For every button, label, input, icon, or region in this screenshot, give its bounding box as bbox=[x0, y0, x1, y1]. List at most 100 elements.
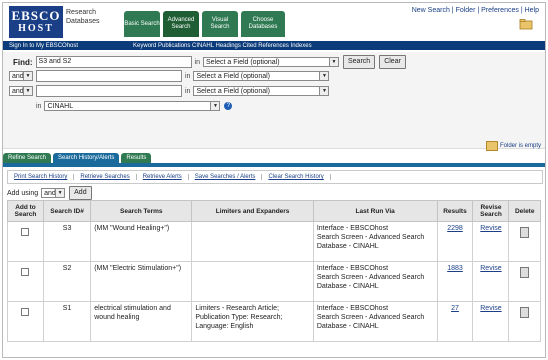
add-using-select[interactable]: and ▼ bbox=[41, 188, 66, 198]
search-terms: (MM "Electric Stimulation+") bbox=[90, 261, 193, 302]
preferences-link[interactable]: Preferences bbox=[481, 7, 519, 14]
sub-tabs: Refine Search Search History/Alerts Resu… bbox=[3, 153, 152, 163]
chevron-down-icon: ▼ bbox=[329, 58, 338, 66]
search-input-3[interactable] bbox=[36, 85, 182, 97]
tab-refine-search[interactable]: Refine Search bbox=[3, 153, 52, 163]
run-interface: Interface - EBSCOhost bbox=[316, 305, 389, 312]
chevron-down-icon: ▼ bbox=[55, 189, 65, 197]
top-links: New Search | Folder | Preferences | Help bbox=[412, 7, 539, 14]
search-row-2: and ▼ in Select a Field (optional) ▼ bbox=[9, 70, 330, 82]
history-table: Add to Search Search ID# Search Terms Li… bbox=[7, 200, 541, 342]
ebsco-logo[interactable]: EBSCO HOST bbox=[9, 6, 63, 38]
database-row: in CINAHL ▼ ? bbox=[33, 101, 233, 111]
last-run-via: Interface - EBSCOhost Search Screen - Adv… bbox=[312, 261, 438, 302]
clear-history-link[interactable]: Clear Search History bbox=[262, 174, 331, 180]
table-row: S2 (MM "Electric Stimulation+") Interfac… bbox=[7, 261, 541, 302]
tab-advanced-search[interactable]: Advanced Search bbox=[163, 11, 199, 37]
db-line2: Databases bbox=[66, 18, 100, 25]
delete-icon[interactable] bbox=[520, 267, 530, 278]
chevron-down-icon: ▼ bbox=[23, 72, 32, 80]
logo-line1: EBSCO bbox=[11, 8, 61, 23]
revise-link[interactable]: Revise bbox=[480, 265, 501, 272]
tab-visual-search[interactable]: Visual Search bbox=[202, 11, 238, 37]
database-select[interactable]: CINAHL ▼ bbox=[44, 101, 221, 111]
boolean-select-2[interactable]: and ▼ bbox=[9, 71, 33, 81]
delete-icon[interactable] bbox=[520, 307, 530, 318]
print-history-link[interactable]: Print Search History bbox=[8, 174, 75, 180]
chevron-down-icon: ▼ bbox=[210, 102, 220, 110]
brand: EBSCO HOST Research Databases bbox=[9, 6, 99, 38]
top-tabs: Basic Search Advanced Search Visual Sear… bbox=[124, 11, 285, 37]
in-label: in bbox=[194, 58, 200, 66]
table-row: S1 electrical stimulation and wound heal… bbox=[7, 301, 541, 342]
help-link[interactable]: Help bbox=[525, 7, 539, 14]
search-row-1: Find: S3 and S2 in Select a Field (optio… bbox=[13, 55, 406, 69]
database-value: CINAHL bbox=[47, 103, 74, 110]
field-select-2[interactable]: Select a Field (optional) ▼ bbox=[193, 71, 330, 81]
folder-icon[interactable] bbox=[519, 17, 533, 31]
folder-link[interactable]: Folder bbox=[456, 7, 476, 14]
limiters bbox=[191, 261, 314, 302]
tab-choose-databases[interactable]: Choose Databases bbox=[241, 11, 285, 37]
col-limiters: Limiters and Expanders bbox=[191, 200, 314, 222]
search-input-1[interactable]: S3 and S2 bbox=[35, 56, 192, 68]
in-label: in bbox=[185, 72, 191, 80]
search-area: Find: S3 and S2 in Select a Field (optio… bbox=[3, 52, 545, 151]
delete-cell bbox=[508, 301, 541, 342]
add-checkbox[interactable] bbox=[21, 308, 30, 316]
table-row: S3 (MM "Wound Healing+") Interface - EBS… bbox=[7, 221, 541, 262]
revise-link[interactable]: Revise bbox=[480, 305, 501, 312]
save-searches-link[interactable]: Save Searches / Alerts bbox=[189, 174, 263, 180]
folder-status[interactable]: Folder is empty bbox=[485, 141, 541, 151]
col-add-to-search: Add to Search bbox=[7, 200, 44, 222]
add-using-row: Add using and ▼ Add bbox=[7, 186, 92, 200]
field-select-3[interactable]: Select a Field (optional) ▼ bbox=[193, 86, 330, 96]
nav-signin-link[interactable]: Sign In to My EBSCOhost bbox=[9, 43, 78, 49]
chevron-down-icon: ▼ bbox=[23, 87, 32, 95]
search-terms: electrical stimulation and wound healing bbox=[90, 301, 193, 342]
add-cell bbox=[7, 261, 44, 302]
col-revise-search: Revise Search bbox=[472, 200, 510, 222]
last-run-via: Interface - EBSCOhost Search Screen - Adv… bbox=[312, 301, 438, 342]
run-screen: Search Screen - Advanced Search bbox=[316, 234, 425, 241]
find-label: Find: bbox=[13, 57, 33, 67]
revise-cell: Revise bbox=[472, 221, 510, 262]
results-link[interactable]: 1883 bbox=[447, 265, 463, 272]
field-select-value: Select a Field (optional) bbox=[196, 73, 270, 80]
search-button[interactable]: Search bbox=[343, 55, 376, 69]
results-link[interactable]: 2298 bbox=[447, 225, 463, 232]
search-input-2[interactable] bbox=[36, 70, 182, 82]
run-interface: Interface - EBSCOhost bbox=[316, 265, 389, 272]
add-checkbox[interactable] bbox=[21, 268, 30, 276]
add-using-label: Add using bbox=[7, 189, 39, 197]
results-cell: 1883 bbox=[436, 261, 474, 302]
tab-search-history[interactable]: Search History/Alerts bbox=[53, 153, 120, 163]
results-link[interactable]: 27 bbox=[451, 305, 459, 312]
nav-bar: Sign In to My EBSCOhost Keyword Publicat… bbox=[3, 41, 545, 50]
tab-basic-search[interactable]: Basic Search bbox=[124, 11, 160, 37]
clear-button[interactable]: Clear bbox=[379, 55, 406, 69]
folder-status-text: Folder is empty bbox=[499, 143, 541, 149]
limiters: Limiters - Research Article; Publication… bbox=[191, 301, 314, 342]
boolean-select-3[interactable]: and ▼ bbox=[9, 86, 33, 96]
delete-icon[interactable] bbox=[520, 227, 530, 238]
new-search-link[interactable]: New Search bbox=[412, 7, 450, 14]
chevron-down-icon: ▼ bbox=[319, 72, 329, 80]
run-screen: Search Screen - Advanced Search bbox=[316, 274, 425, 281]
run-database: Database - CINAHL bbox=[316, 243, 379, 250]
retrieve-alerts-link[interactable]: Retrieve Alerts bbox=[137, 174, 189, 180]
nav-search-types[interactable]: Keyword Publications CINAHL Headings Cit… bbox=[133, 43, 312, 49]
add-using-value: and bbox=[44, 190, 56, 197]
help-icon[interactable]: ? bbox=[224, 102, 233, 110]
retrieve-searches-link[interactable]: Retrieve Searches bbox=[74, 174, 137, 180]
delete-cell bbox=[508, 261, 541, 302]
field-select-value: Select a Field (optional) bbox=[196, 88, 270, 95]
tab-results[interactable]: Results bbox=[121, 153, 152, 163]
folder-icon bbox=[485, 141, 498, 151]
search-id: S1 bbox=[42, 301, 92, 342]
add-button[interactable]: Add bbox=[69, 186, 92, 200]
revise-link[interactable]: Revise bbox=[480, 225, 501, 232]
add-checkbox[interactable] bbox=[21, 228, 30, 236]
search-row-3: and ▼ in Select a Field (optional) ▼ bbox=[9, 85, 330, 97]
field-select-1[interactable]: Select a Field (optional) ▼ bbox=[203, 57, 339, 67]
